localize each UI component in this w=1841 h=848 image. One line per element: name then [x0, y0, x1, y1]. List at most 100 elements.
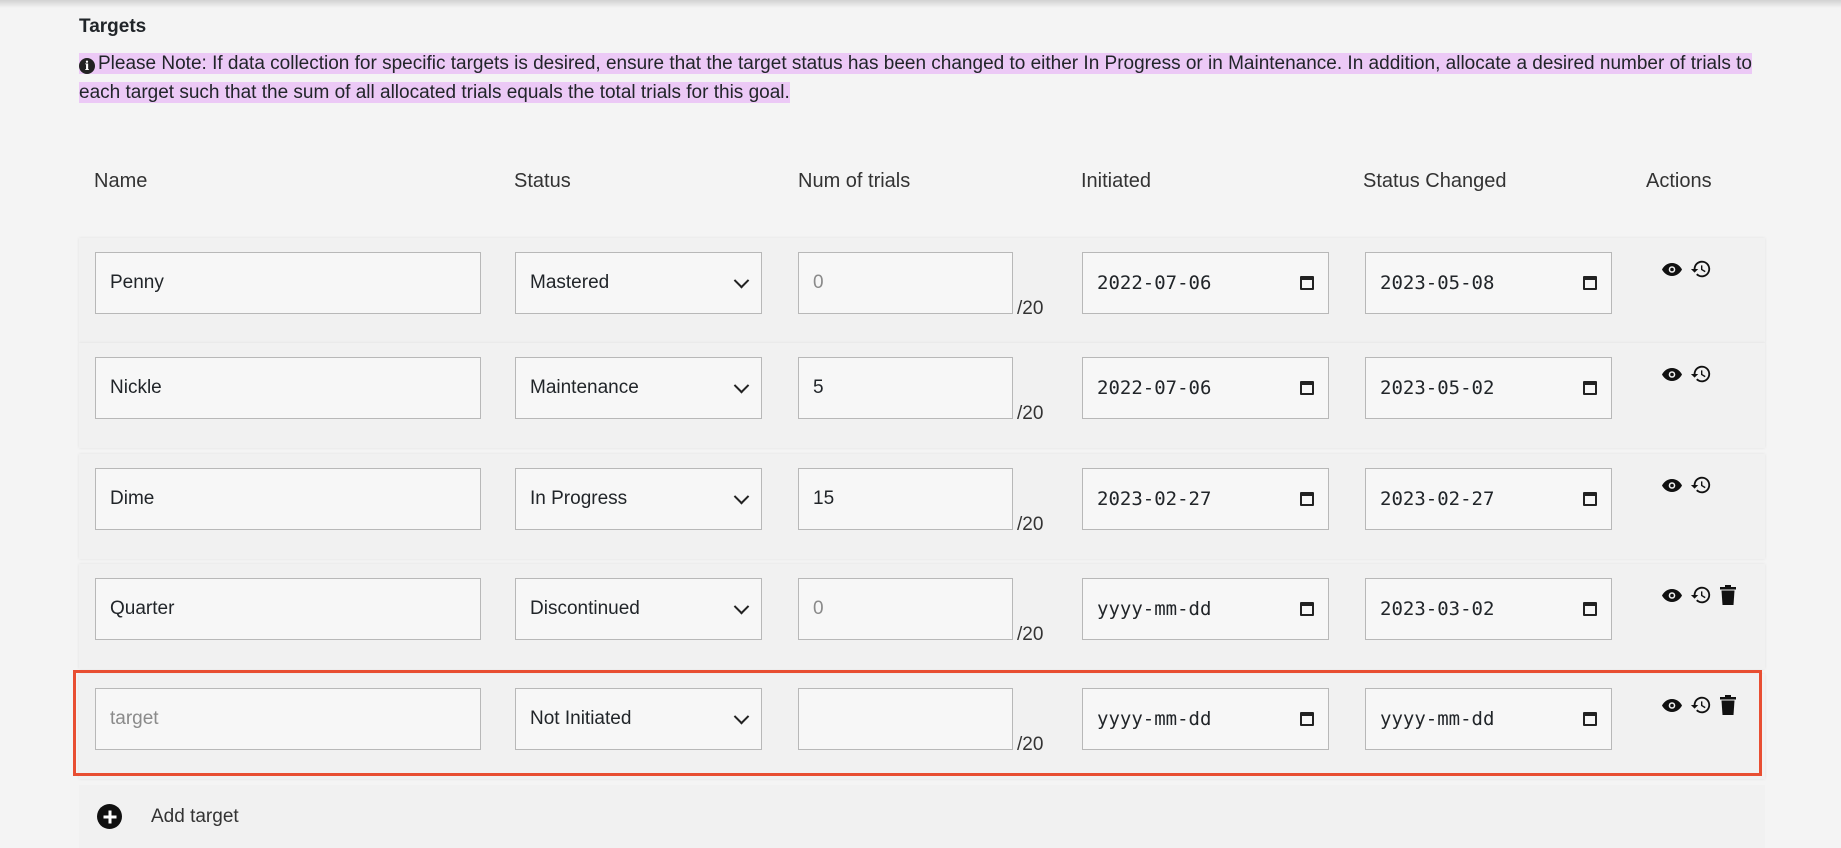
- initiated-date-input[interactable]: 2022-07-06: [1082, 357, 1329, 419]
- column-header-name: Name: [94, 170, 148, 192]
- status-changed-date-value: 2023-02-27: [1380, 488, 1495, 510]
- target-status-value: Discontinued: [530, 598, 640, 619]
- top-shadow: [0, 0, 1841, 8]
- target-row: Nickle Maintenance 5 /20 2022-07-06 2023…: [79, 343, 1765, 448]
- target-trials-input[interactable]: 0: [798, 252, 1013, 314]
- status-changed-date-input[interactable]: 2023-02-27: [1365, 468, 1612, 530]
- initiated-date-value: 2022-07-06: [1097, 272, 1212, 294]
- column-header-status-changed: Status Changed: [1363, 170, 1507, 192]
- eye-icon[interactable]: [1662, 367, 1682, 381]
- target-row-new: target Not Initiated /20 yyyy-mm-dd yyyy…: [79, 674, 1765, 779]
- target-trials-value: 0: [813, 272, 824, 293]
- initiated-date-value: 2022-07-06: [1097, 377, 1212, 399]
- status-note: i Please Note: If data collection for spe…: [79, 49, 1779, 107]
- target-name-value: Quarter: [110, 598, 175, 619]
- eye-icon[interactable]: [1662, 262, 1682, 276]
- target-row: Penny Mastered 0 /20 2022-07-06 2023-05-…: [79, 238, 1765, 343]
- chevron-down-icon: [733, 272, 750, 288]
- initiated-date-input[interactable]: yyyy-mm-dd: [1082, 578, 1329, 640]
- calendar-icon[interactable]: [1300, 381, 1314, 395]
- note-text: Please Note: If data collection for spec…: [79, 53, 1752, 103]
- initiated-date-value: yyyy-mm-dd: [1097, 598, 1212, 620]
- status-changed-date-input[interactable]: 2023-05-08: [1365, 252, 1612, 314]
- target-name-placeholder: target: [110, 708, 159, 729]
- calendar-icon[interactable]: [1300, 492, 1314, 506]
- history-icon[interactable]: [1690, 584, 1712, 606]
- row-actions: [1662, 258, 1712, 280]
- target-status-select[interactable]: Discontinued: [515, 578, 762, 640]
- initiated-date-value: yyyy-mm-dd: [1097, 708, 1212, 730]
- target-name-input[interactable]: Nickle: [95, 357, 481, 419]
- trials-denominator: /20: [1017, 624, 1044, 645]
- target-status-value: Maintenance: [530, 377, 639, 398]
- initiated-date-input[interactable]: 2022-07-06: [1082, 252, 1329, 314]
- target-trials-value: 5: [813, 377, 824, 398]
- calendar-icon[interactable]: [1300, 602, 1314, 616]
- target-status-select[interactable]: Maintenance: [515, 357, 762, 419]
- initiated-date-value: 2023-02-27: [1097, 488, 1212, 510]
- history-icon[interactable]: [1690, 258, 1712, 280]
- add-target-button[interactable]: Add target: [79, 785, 1765, 848]
- status-changed-date-value: 2023-05-02: [1380, 377, 1495, 399]
- section-title: Targets: [79, 16, 147, 37]
- chevron-down-icon: [733, 598, 750, 614]
- row-actions: [1662, 363, 1712, 385]
- calendar-icon[interactable]: [1300, 276, 1314, 290]
- info-icon: i: [79, 58, 95, 74]
- status-changed-date-value: yyyy-mm-dd: [1380, 708, 1495, 730]
- history-icon[interactable]: [1690, 474, 1712, 496]
- calendar-icon[interactable]: [1583, 492, 1597, 506]
- eye-icon[interactable]: [1662, 588, 1682, 602]
- target-trials-input[interactable]: 0: [798, 578, 1013, 640]
- history-icon[interactable]: [1690, 363, 1712, 385]
- row-actions: [1662, 474, 1712, 496]
- calendar-icon[interactable]: [1300, 712, 1314, 726]
- target-status-select[interactable]: Not Initiated: [515, 688, 762, 750]
- row-actions: [1662, 694, 1736, 716]
- history-icon[interactable]: [1690, 694, 1712, 716]
- trash-icon[interactable]: [1720, 695, 1736, 715]
- status-changed-date-input[interactable]: 2023-05-02: [1365, 357, 1612, 419]
- trials-denominator: /20: [1017, 514, 1044, 535]
- target-status-select[interactable]: Mastered: [515, 252, 762, 314]
- target-name-input[interactable]: Quarter: [95, 578, 481, 640]
- add-target-label: Add target: [151, 805, 239, 827]
- status-changed-date-input[interactable]: yyyy-mm-dd: [1365, 688, 1612, 750]
- chevron-down-icon: [733, 708, 750, 724]
- status-changed-date-value: 2023-03-02: [1380, 598, 1495, 620]
- calendar-icon[interactable]: [1583, 602, 1597, 616]
- trials-denominator: /20: [1017, 298, 1044, 319]
- initiated-date-input[interactable]: 2023-02-27: [1082, 468, 1329, 530]
- column-header-status: Status: [514, 170, 571, 192]
- chevron-down-icon: [733, 377, 750, 393]
- column-header-initiated: Initiated: [1081, 170, 1152, 192]
- calendar-icon[interactable]: [1583, 712, 1597, 726]
- target-row: Quarter Discontinued 0 /20 yyyy-mm-dd 20…: [79, 564, 1765, 669]
- trials-denominator: /20: [1017, 734, 1044, 755]
- target-trials-input[interactable]: [798, 688, 1013, 750]
- status-changed-date-value: 2023-05-08: [1380, 272, 1495, 294]
- calendar-icon[interactable]: [1583, 381, 1597, 395]
- target-trials-input[interactable]: 15: [798, 468, 1013, 530]
- target-trials-value: 0: [813, 598, 824, 619]
- plus-circle-icon: [97, 804, 122, 829]
- target-status-select[interactable]: In Progress: [515, 468, 762, 530]
- chevron-down-icon: [733, 488, 750, 504]
- initiated-date-input[interactable]: yyyy-mm-dd: [1082, 688, 1329, 750]
- target-name-input[interactable]: Dime: [95, 468, 481, 530]
- trash-icon[interactable]: [1720, 585, 1736, 605]
- eye-icon[interactable]: [1662, 478, 1682, 492]
- status-changed-date-input[interactable]: 2023-03-02: [1365, 578, 1612, 640]
- target-name-input[interactable]: target: [95, 688, 481, 750]
- target-name-value: Nickle: [110, 377, 162, 398]
- target-status-value: Not Initiated: [530, 708, 632, 729]
- target-trials-value: 15: [813, 488, 835, 509]
- eye-icon[interactable]: [1662, 698, 1682, 712]
- target-name-input[interactable]: Penny: [95, 252, 481, 314]
- row-actions: [1662, 584, 1736, 606]
- target-trials-input[interactable]: 5: [798, 357, 1013, 419]
- column-header-actions: Actions: [1646, 170, 1712, 192]
- target-status-value: In Progress: [530, 488, 628, 509]
- calendar-icon[interactable]: [1583, 276, 1597, 290]
- target-name-value: Penny: [110, 272, 164, 293]
